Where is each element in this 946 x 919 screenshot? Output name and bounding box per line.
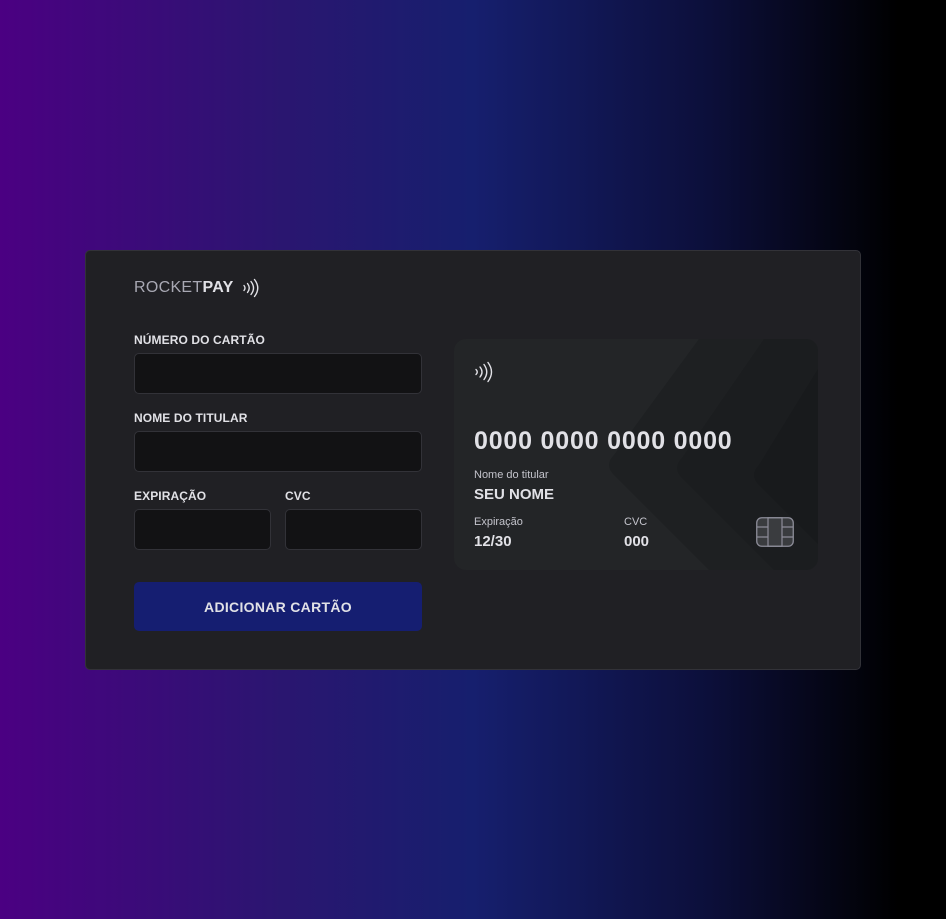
cvc-display: 000 (624, 533, 650, 550)
holder-name-caption: Nome do titular (474, 469, 549, 481)
card-number-label: NÚMERO DO CARTÃO (134, 333, 265, 347)
card-chip-icon (756, 517, 794, 552)
contactless-icon (242, 278, 260, 298)
expiration-display: 12/30 (474, 533, 512, 550)
logo-text-rocket: ROCKET (134, 279, 203, 296)
expiration-caption: Expiração (474, 516, 523, 528)
add-card-button[interactable]: ADICIONAR CARTÃO (134, 582, 422, 631)
cvc-label: CVC (285, 489, 311, 503)
expiration-input[interactable] (134, 509, 271, 550)
expiration-label: EXPIRAÇÃO (134, 489, 207, 503)
cvc-caption: CVC (624, 516, 648, 528)
card-preview: 0000 0000 0000 0000 Nome do titular SEU … (454, 339, 818, 570)
card-number-input[interactable] (134, 353, 422, 394)
contactless-icon (474, 361, 494, 388)
holder-name-label: NOME DO TITULAR (134, 411, 248, 425)
holder-name-display: SEU NOME (474, 486, 555, 503)
cvc-input[interactable] (285, 509, 422, 550)
card-number-display: 0000 0000 0000 0000 (474, 427, 733, 455)
logo-text-pay: PAY (202, 279, 234, 296)
rocketpay-logo: ROCKET PAY (134, 278, 260, 298)
add-card-panel: ROCKET PAY NÚMERO DO CARTÃO NOME DO TITU… (85, 250, 861, 670)
holder-name-input[interactable] (134, 431, 422, 472)
